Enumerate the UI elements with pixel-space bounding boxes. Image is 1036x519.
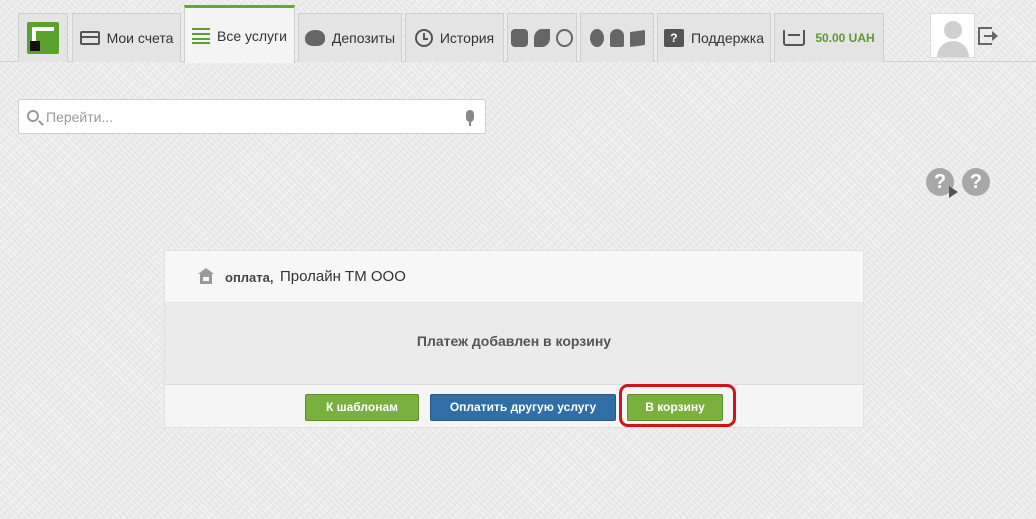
windows-icon <box>629 29 645 47</box>
logout-icon[interactable] <box>978 27 998 45</box>
tab-mobile-apps[interactable] <box>580 13 654 62</box>
search-box <box>18 99 486 134</box>
payment-result-card: оплата, Пролайн ТМ ООО Платеж добавлен в… <box>164 250 864 428</box>
avatar[interactable] <box>930 13 975 58</box>
tab-deposits-label: Депозиты <box>331 30 396 46</box>
history-icon <box>414 29 433 47</box>
video-help-button[interactable]: ? <box>926 168 958 198</box>
tab-support[interactable]: ? Поддержка <box>657 13 771 62</box>
tab-history[interactable]: История <box>405 13 504 62</box>
tab-my-accounts[interactable]: Мои счета <box>72 13 181 62</box>
payment-type: оплата, <box>225 270 274 285</box>
help-video-glyph: ? <box>933 170 947 193</box>
help-button[interactable]: ? <box>962 168 990 196</box>
to-templates-button[interactable]: К шаблонам <box>305 394 419 421</box>
tab-all-services-label: Все услуги <box>217 27 287 44</box>
tab-home-logo[interactable] <box>18 13 68 62</box>
privatbank-logo-icon <box>27 22 59 54</box>
list-icon <box>192 27 211 44</box>
utility-house-icon <box>198 268 214 284</box>
apple-icon <box>589 29 604 47</box>
android-icon <box>609 29 624 47</box>
support-icon: ? <box>663 29 684 47</box>
provider-name: Пролайн ТМ ООО <box>280 268 406 285</box>
piggy-bank-icon <box>304 30 325 46</box>
cart-balance: 50.00 UAH <box>815 31 875 45</box>
tab-my-accounts-label: Мои счета <box>106 30 174 46</box>
globe-icon <box>556 29 573 47</box>
search-input[interactable] <box>46 106 456 128</box>
cart-icon <box>783 30 806 46</box>
search-icon <box>27 110 39 122</box>
card-icon <box>79 31 100 45</box>
card-header: оплата, Пролайн ТМ ООО <box>165 251 863 303</box>
microphone-icon[interactable] <box>466 110 474 126</box>
status-message-area: Платеж добавлен в корзину <box>165 303 863 385</box>
help-glyph: ? <box>969 170 983 193</box>
train-icon <box>511 29 528 47</box>
highlight-outline <box>619 384 736 427</box>
pay-other-service-button[interactable]: Оплатить другую услугу <box>430 394 616 421</box>
play-icon <box>949 186 958 198</box>
tab-all-services[interactable]: Все услуги <box>184 5 295 63</box>
tab-cart[interactable]: 50.00 UAH <box>774 13 884 62</box>
plane-icon <box>533 29 551 47</box>
tab-history-label: История <box>439 30 495 46</box>
tab-support-label: Поддержка <box>690 30 765 46</box>
status-message: Платеж добавлен в корзину <box>416 333 612 349</box>
tab-travel[interactable] <box>507 13 577 62</box>
tab-deposits[interactable]: Депозиты <box>298 13 402 62</box>
top-navigation: Мои счета Все услуги Депозиты История ? … <box>0 0 1036 63</box>
